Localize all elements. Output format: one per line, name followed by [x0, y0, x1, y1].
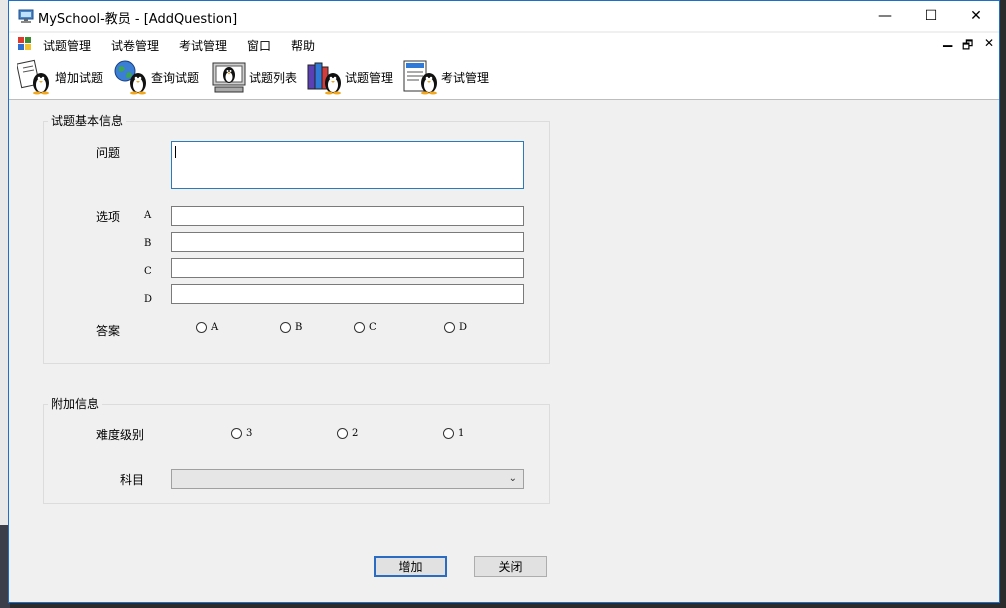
- option-letter-c: C: [144, 266, 152, 277]
- toolbar-search-question-button[interactable]: 查询试题: [113, 59, 199, 95]
- radio-circle-icon: [444, 322, 455, 333]
- menu-help[interactable]: 帮助: [291, 37, 315, 54]
- option-letter-b: B: [144, 238, 152, 249]
- menu-paper-management[interactable]: 试卷管理: [111, 37, 159, 54]
- radio-circle-icon: [443, 428, 454, 439]
- add-button[interactable]: 增加: [374, 556, 447, 577]
- penguin-paper-icon: [17, 59, 49, 95]
- difficulty-radio-2[interactable]: 2: [337, 428, 358, 439]
- option-letter-d: D: [144, 294, 153, 305]
- toolbar-label: 查询试题: [151, 70, 200, 85]
- mdi-close-button[interactable]: ✕: [984, 36, 994, 50]
- radio-circle-icon: [280, 322, 291, 333]
- subject-combobox[interactable]: ⌄: [171, 469, 524, 489]
- toolbar-question-management-button[interactable]: 试题管理: [307, 59, 393, 95]
- toolbar-label: 考试管理: [441, 70, 490, 85]
- close-window-button[interactable]: ✕: [953, 1, 999, 31]
- difficulty-radio-3[interactable]: 3: [231, 428, 252, 439]
- chevron-down-icon: ⌄: [508, 473, 517, 484]
- main-window: MySchool-教员 - [AddQuestion] — ☐ ✕ 试题管理 试…: [8, 0, 1000, 603]
- question-input[interactable]: [171, 141, 524, 189]
- minimize-button[interactable]: —: [862, 1, 908, 31]
- mdi-client-area: 试题基本信息 问题 选项 A B C D 答案 A B C D 附加信息 难度级…: [9, 100, 999, 602]
- answer-radio-c[interactable]: C: [354, 322, 377, 333]
- maximize-icon: ☐: [924, 8, 938, 24]
- close-icon: ✕: [970, 8, 982, 24]
- window-title: MySchool-教员 - [AddQuestion]: [38, 12, 238, 27]
- subject-label: 科目: [120, 473, 145, 487]
- close-button[interactable]: 关闭: [474, 556, 547, 577]
- penguin-document-icon: [403, 60, 437, 95]
- toolbar-label: 试题管理: [345, 70, 394, 85]
- radio-circle-icon: [354, 322, 365, 333]
- text-caret: [175, 146, 176, 158]
- toolbar-exam-management-button[interactable]: 考试管理: [403, 59, 489, 95]
- minimize-icon: —: [878, 8, 892, 24]
- menu-question-management[interactable]: 试题管理: [43, 37, 91, 54]
- extra-info-group-title: 附加信息: [48, 395, 103, 412]
- basic-info-group-title: 试题基本信息: [48, 112, 127, 129]
- maximize-button[interactable]: ☐: [908, 1, 954, 31]
- option-letter-a: A: [144, 210, 152, 221]
- option-c-input[interactable]: [171, 258, 524, 278]
- toolbar-question-list-button[interactable]: 试题列表: [211, 59, 297, 95]
- option-a-input[interactable]: [171, 206, 524, 226]
- title-bar[interactable]: MySchool-教员 - [AddQuestion] — ☐ ✕: [9, 1, 999, 31]
- answer-radio-a[interactable]: A: [196, 322, 218, 333]
- radio-circle-icon: [196, 322, 207, 333]
- app-icon: [18, 9, 34, 23]
- radio-circle-icon: [231, 428, 242, 439]
- toolbar-add-question-button[interactable]: 增加试题: [17, 59, 103, 95]
- penguin-books-icon: [307, 62, 341, 95]
- answer-label: 答案: [96, 324, 121, 338]
- answer-radio-b[interactable]: B: [280, 322, 302, 333]
- difficulty-radio-1[interactable]: 1: [443, 428, 464, 439]
- difficulty-label: 难度级别: [96, 428, 145, 442]
- option-b-input[interactable]: [171, 232, 524, 252]
- menu-bar: 试题管理 试卷管理 考试管理 窗口 帮助 ▁ 🗗 ✕: [9, 33, 999, 55]
- menu-window[interactable]: 窗口: [247, 37, 271, 54]
- penguin-globe-icon: [114, 60, 146, 95]
- penguin-computer-icon: [212, 62, 246, 93]
- mdi-child-icon[interactable]: [18, 37, 32, 51]
- radio-circle-icon: [337, 428, 348, 439]
- mdi-minimize-button[interactable]: ▁: [943, 33, 952, 47]
- toolbar: 增加试题 查询试题 试题列表 试题管理 考试管理: [9, 55, 999, 100]
- answer-radio-d[interactable]: D: [444, 322, 467, 333]
- question-label: 问题: [96, 146, 121, 160]
- extra-info-group: [43, 404, 550, 504]
- option-d-input[interactable]: [171, 284, 524, 304]
- toolbar-label: 试题列表: [249, 70, 298, 85]
- options-label: 选项: [96, 210, 121, 224]
- mdi-restore-button[interactable]: 🗗: [962, 36, 973, 57]
- menu-exam-management[interactable]: 考试管理: [179, 37, 227, 54]
- toolbar-label: 增加试题: [55, 70, 104, 85]
